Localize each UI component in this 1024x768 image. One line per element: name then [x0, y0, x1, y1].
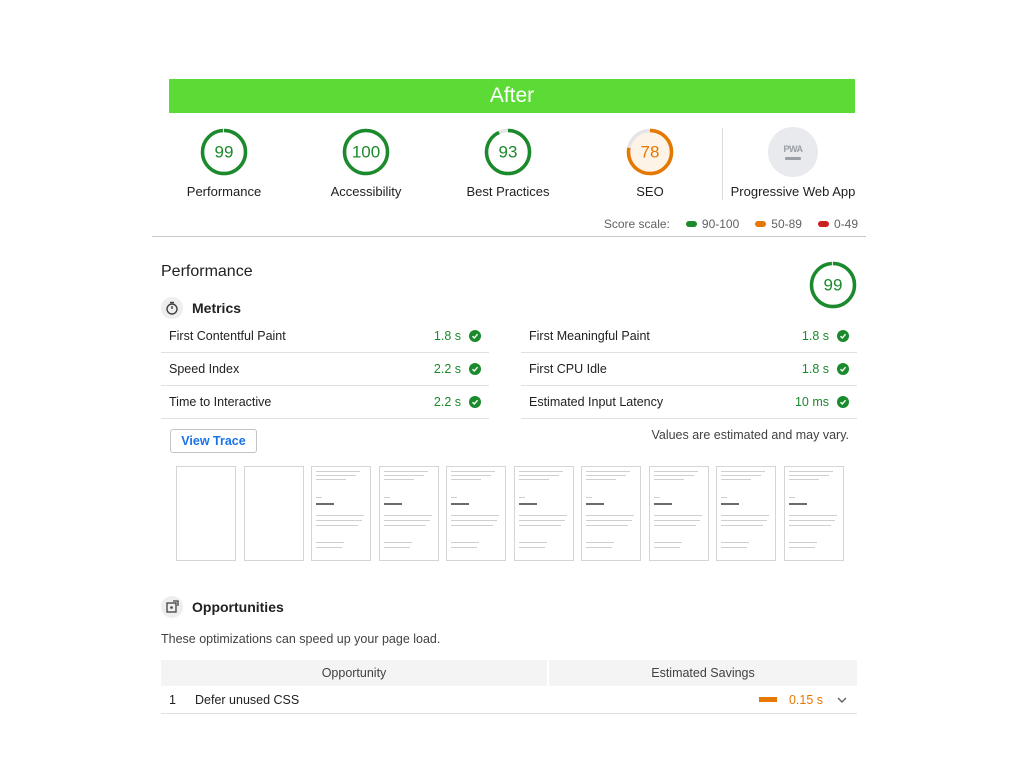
metric-value: 2.2 s: [433, 362, 461, 376]
filmstrip-frame: [648, 466, 709, 561]
pass-check-icon: [469, 330, 481, 342]
pass-check-icon: [837, 330, 849, 342]
chevron-down-icon[interactable]: [835, 693, 849, 707]
score-range-average: 50-89: [771, 217, 802, 231]
filmstrip-frame: [243, 466, 304, 561]
category-gauges: 99 Performance 100 Accessibility 93 Best…: [152, 120, 866, 204]
metrics-title: Metrics: [192, 300, 242, 316]
opportunity-name: Defer unused CSS: [195, 692, 300, 707]
filmstrip-frame: [176, 466, 236, 561]
column-estimated-savings: Estimated Savings: [549, 660, 857, 686]
opportunities-table-header: Opportunity Estimated Savings: [161, 660, 857, 686]
filmstrip-frame: [581, 466, 641, 561]
pass-range-icon: [685, 221, 697, 227]
gauge-label: Best Practices: [466, 184, 550, 199]
gauge-score: 100: [352, 143, 380, 162]
metric-name: First CPU Idle: [529, 362, 607, 376]
gauge-label: SEO: [636, 184, 664, 199]
opportunity-savings: 0.15 s: [788, 692, 823, 707]
metric-row: First Meaningful Paint 1.8 s: [521, 320, 857, 353]
metric-value: 1.8 s: [801, 329, 829, 343]
performance-score-gauge: 99: [808, 260, 858, 315]
stopwatch-icon: [161, 297, 183, 319]
performance-title: Performance: [161, 263, 253, 280]
after-banner: After: [169, 79, 855, 113]
metric-name: First Contentful Paint: [169, 329, 286, 343]
metric-row: First CPU Idle 1.8 s: [521, 353, 857, 386]
metrics-header: Metrics: [161, 297, 241, 319]
metric-value: 1.8 s: [433, 329, 461, 343]
filmstrip-frame: [378, 466, 439, 561]
score-ring: 93: [484, 128, 532, 176]
opportunities-title: Opportunities: [192, 599, 284, 615]
score-ring: 100: [342, 128, 390, 176]
metric-name: Speed Index: [169, 362, 240, 376]
gauge-score: 78: [641, 143, 660, 162]
score-scale-label: Score scale:: [603, 217, 670, 231]
filmstrip-frame: [716, 466, 776, 561]
pwa-badge-text: PWA: [783, 144, 803, 154]
gauge-label: Accessibility: [330, 184, 402, 199]
filmstrip-frame: [446, 466, 506, 561]
gauge-score: 99: [824, 276, 843, 295]
score-range-pass: 90-100: [701, 217, 740, 231]
metric-value: 10 ms: [794, 395, 829, 409]
pass-check-icon: [469, 363, 481, 375]
metric-value: 2.2 s: [433, 395, 461, 409]
gauge-label: Progressive Web App: [730, 184, 856, 199]
column-opportunity: Opportunity: [161, 660, 547, 686]
metric-name: Time to Interactive: [169, 395, 272, 409]
pass-check-icon: [837, 396, 849, 408]
gauge-seo[interactable]: 78 SEO: [575, 127, 725, 199]
opportunity-index: 1: [169, 692, 176, 707]
score-ring: 78: [626, 128, 674, 176]
metric-row: First Contentful Paint 1.8 s: [161, 320, 489, 353]
score-scale: Score scale: 90-100 50-89 0-49: [604, 217, 858, 231]
pass-check-icon: [837, 363, 849, 375]
gauge-best-practices[interactable]: 93 Best Practices: [433, 127, 583, 199]
score-ring: 99: [200, 128, 248, 176]
metric-row: Speed Index 2.2 s: [161, 353, 489, 386]
gauge-pwa[interactable]: PWA Progressive Web App: [718, 127, 868, 199]
opportunities-description: These optimizations can speed up your pa…: [161, 632, 441, 646]
opportunity-row[interactable]: 1 Defer unused CSS 0.15 s: [161, 686, 857, 714]
pass-check-icon: [469, 396, 481, 408]
metric-row: Time to Interactive 2.2 s: [161, 386, 489, 419]
metric-row: Estimated Input Latency 10 ms: [521, 386, 857, 419]
pwa-badge-icon: PWA: [768, 127, 818, 177]
gauge-performance[interactable]: 99 Performance: [149, 127, 299, 199]
opportunity-icon: [161, 596, 183, 618]
opportunities-header: Opportunities: [161, 596, 284, 618]
average-range-icon: [755, 221, 767, 227]
gauge-score: 93: [499, 143, 518, 162]
estimate-note: Values are estimated and may vary.: [651, 428, 849, 442]
gauge-score: 99: [215, 143, 234, 162]
score-ring: 99: [809, 261, 857, 309]
score-range-fail: 0-49: [833, 217, 858, 231]
banner-title: After: [489, 84, 535, 107]
section-divider: [152, 236, 866, 237]
metric-name: Estimated Input Latency: [529, 395, 664, 409]
view-trace-button[interactable]: View Trace: [170, 429, 257, 453]
filmstrip-frame: [783, 466, 844, 561]
filmstrip-frame: [513, 466, 574, 561]
gauge-label: Performance: [186, 184, 262, 199]
metric-name: First Meaningful Paint: [529, 329, 650, 343]
savings-bar: [758, 697, 777, 702]
filmstrip-frame: [311, 466, 371, 561]
fail-range-icon: [817, 221, 829, 227]
metric-value: 1.8 s: [801, 362, 829, 376]
gauge-accessibility[interactable]: 100 Accessibility: [291, 127, 441, 199]
